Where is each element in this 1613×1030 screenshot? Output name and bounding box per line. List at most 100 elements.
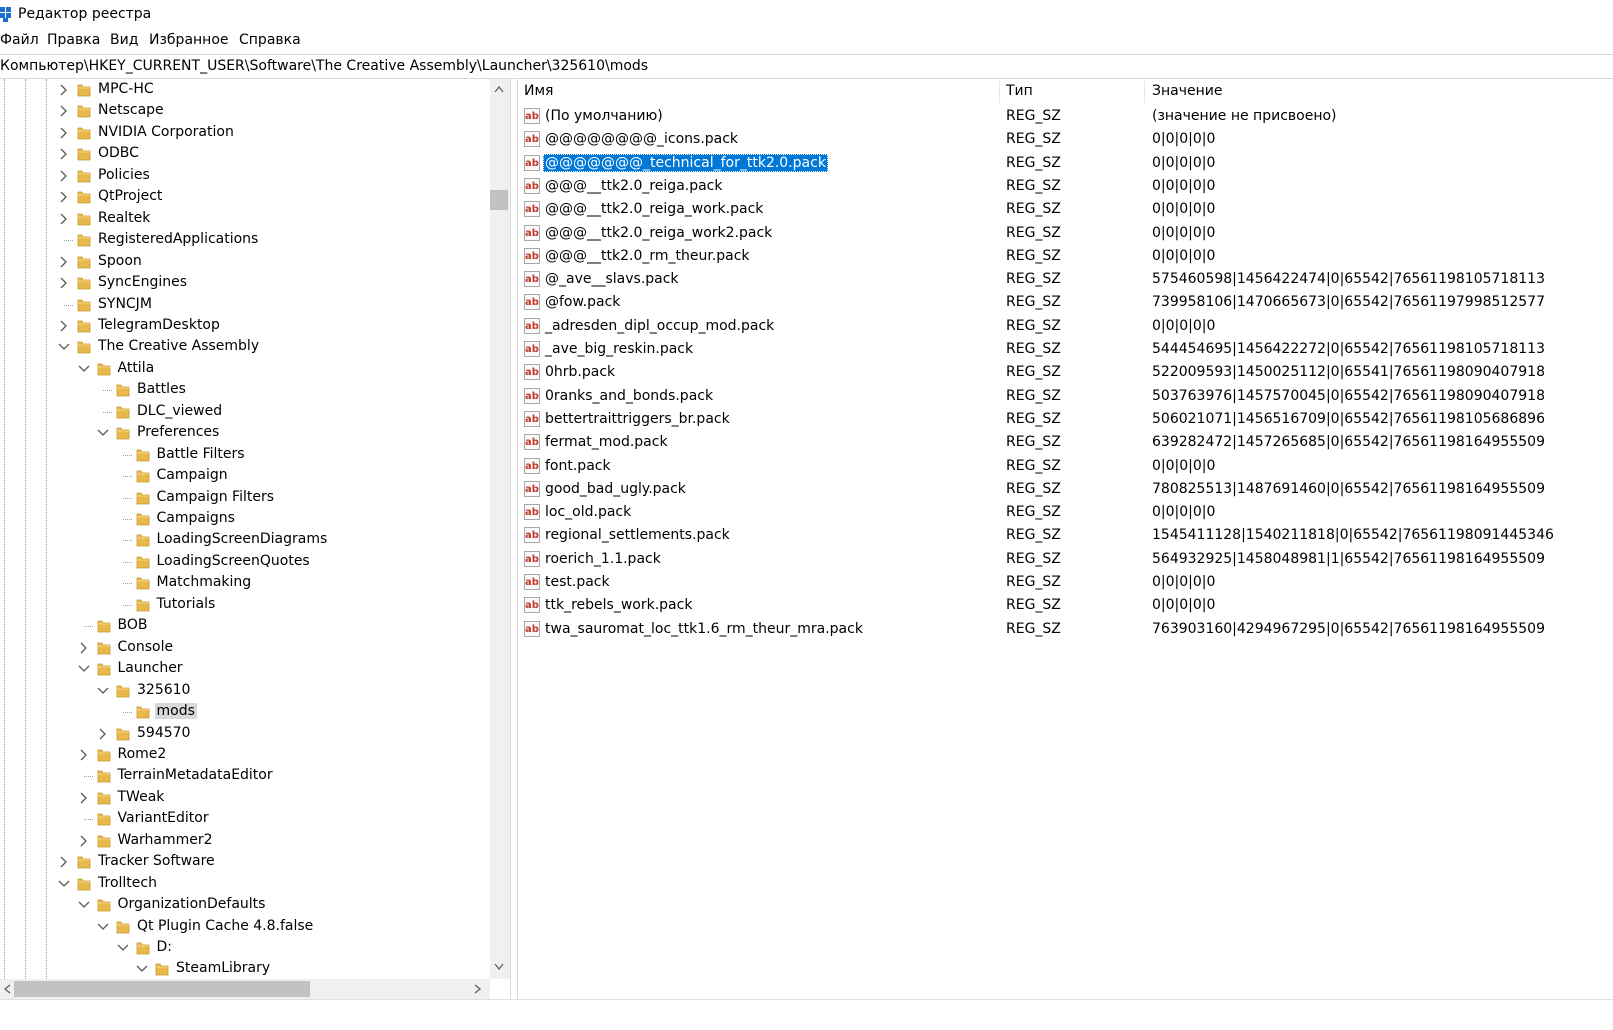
- value-name[interactable]: _ave_big_reskin.pack: [543, 340, 695, 358]
- value-row[interactable]: ab _adresden_dipl_occup_mod.pack REG_SZ 0|0…: [518, 316, 1608, 339]
- tree-node-label[interactable]: Campaign Filters: [155, 489, 277, 505]
- tree-node[interactable]: Battle Filters: [0, 445, 490, 466]
- chevron-right-icon[interactable]: [57, 190, 71, 204]
- scroll-left-icon[interactable]: [3, 984, 11, 994]
- value-name[interactable]: @@@__ttk2.0_rm_theur.pack: [543, 247, 752, 265]
- tree-node-label[interactable]: Battles: [135, 381, 188, 397]
- tree-node-label[interactable]: Campaigns: [155, 510, 237, 526]
- tree-node-label[interactable]: DLC_viewed: [135, 403, 224, 419]
- tree-node-label[interactable]: Warhammer2: [116, 832, 215, 848]
- tree-node[interactable]: Qt Plugin Cache 4.8.false: [0, 917, 490, 938]
- tree-node[interactable]: TelegramDesktop: [0, 316, 490, 337]
- menu-favorites[interactable]: Избранное: [149, 32, 229, 48]
- value-name[interactable]: @fow.pack: [543, 293, 622, 311]
- tree-node[interactable]: MPC-HC: [0, 80, 490, 101]
- tree-node-label[interactable]: Rome2: [116, 746, 169, 762]
- tree-node[interactable]: Netscape: [0, 101, 490, 122]
- tree-node[interactable]: mods: [0, 702, 490, 723]
- tree-node-label[interactable]: Qt Plugin Cache 4.8.false: [135, 918, 315, 934]
- tree-node-label[interactable]: TerrainMetadataEditor: [116, 767, 275, 783]
- chevron-right-icon[interactable]: [77, 791, 91, 805]
- chevron-down-icon[interactable]: [57, 877, 71, 891]
- value-row[interactable]: ab (По умолчанию) REG_SZ (значение не присв…: [518, 106, 1608, 129]
- chevron-down-icon[interactable]: [135, 962, 149, 976]
- value-name[interactable]: ttk_rebels_work.pack: [543, 596, 694, 614]
- tree-node[interactable]: Attila: [0, 359, 490, 380]
- tree-node[interactable]: 325610: [0, 681, 490, 702]
- values-list[interactable]: Имя Тип Значение ab (По умолчанию) REG_SZ (…: [518, 79, 1613, 1000]
- tree-node-label[interactable]: Attila: [116, 360, 157, 376]
- tree-node-label[interactable]: Matchmaking: [155, 574, 254, 590]
- value-row[interactable]: ab @@@__ttk2.0_reiga.pack REG_SZ 0|0|0|0|0: [518, 176, 1608, 199]
- value-name[interactable]: @@@@@@@_technical_for_ttk2.0.pack: [543, 153, 828, 172]
- chevron-right-icon[interactable]: [57, 126, 71, 140]
- value-name[interactable]: @@@__ttk2.0_reiga_work2.pack: [543, 224, 774, 242]
- tree-node[interactable]: SteamLibrary: [0, 959, 490, 980]
- tree-node-label[interactable]: ODBC: [96, 145, 141, 161]
- key-tree[interactable]: MPC-HC Netscape NVIDIA Corporation ODBC Poli…: [0, 79, 510, 999]
- tree-node-label[interactable]: LoadingScreenDiagrams: [155, 531, 330, 547]
- tree-node-label[interactable]: Tracker Software: [96, 853, 217, 869]
- chevron-down-icon[interactable]: [96, 426, 110, 440]
- tree-node[interactable]: 594570: [0, 724, 490, 745]
- tree-node-label[interactable]: Realtek: [96, 210, 152, 226]
- tree-node[interactable]: TWeak: [0, 788, 490, 809]
- tree-vertical-scrollbar[interactable]: [490, 79, 510, 979]
- tree-node-label[interactable]: TWeak: [116, 789, 167, 805]
- tree-node-label[interactable]: SteamLibrary: [174, 960, 272, 976]
- tree-node-label[interactable]: SyncEngines: [96, 274, 189, 290]
- tree-node-label[interactable]: Campaign: [155, 467, 230, 483]
- tree-node[interactable]: TerrainMetadataEditor: [0, 766, 490, 787]
- value-row[interactable]: ab bettertraittriggers_br.pack REG_SZ 50602…: [518, 409, 1608, 432]
- tree-node-label[interactable]: Console: [116, 639, 176, 655]
- tree-node[interactable]: Campaign: [0, 466, 490, 487]
- chevron-right-icon[interactable]: [57, 255, 71, 269]
- value-name[interactable]: loc_old.pack: [543, 503, 633, 521]
- value-name[interactable]: (По умолчанию): [543, 107, 665, 125]
- tree-node[interactable]: D:: [0, 938, 490, 959]
- tree-node[interactable]: Rome2: [0, 745, 490, 766]
- tree-node[interactable]: OrganizationDefaults: [0, 895, 490, 916]
- tree-node[interactable]: Preferences: [0, 423, 490, 444]
- column-divider[interactable]: [999, 81, 1000, 103]
- tree-node[interactable]: Launcher: [0, 659, 490, 680]
- tree-node-label[interactable]: VariantEditor: [116, 810, 211, 826]
- tree-node[interactable]: LoadingScreenQuotes: [0, 552, 490, 573]
- chevron-right-icon[interactable]: [57, 169, 71, 183]
- value-row[interactable]: ab @@@__ttk2.0_reiga_work.pack REG_SZ 0|0|0…: [518, 199, 1608, 222]
- tree-node[interactable]: QtProject: [0, 187, 490, 208]
- value-row[interactable]: ab @@@@@@@_technical_for_ttk2.0.pack REG_S…: [518, 153, 1608, 176]
- tree-horizontal-thumb[interactable]: [14, 981, 310, 997]
- tree-node[interactable]: The Creative Assembly: [0, 337, 490, 358]
- value-name[interactable]: fermat_mod.pack: [543, 433, 670, 451]
- tree-node-label[interactable]: NVIDIA Corporation: [96, 124, 236, 140]
- chevron-down-icon[interactable]: [116, 941, 130, 955]
- tree-horizontal-scrollbar[interactable]: [0, 979, 490, 999]
- value-row[interactable]: ab @_ave__slavs.pack REG_SZ 575460598|14564…: [518, 269, 1608, 292]
- menu-edit[interactable]: Правка: [47, 32, 100, 48]
- value-row[interactable]: ab ttk_rebels_work.pack REG_SZ 0|0|0|0|0: [518, 595, 1608, 618]
- tree-node-label[interactable]: Spoon: [96, 253, 144, 269]
- tree-node-label[interactable]: Tutorials: [155, 596, 218, 612]
- tree-vertical-thumb[interactable]: [490, 190, 508, 210]
- chevron-right-icon[interactable]: [57, 104, 71, 118]
- tree-node-label[interactable]: Trolltech: [96, 875, 159, 891]
- tree-node-label[interactable]: TelegramDesktop: [96, 317, 222, 333]
- chevron-right-icon[interactable]: [77, 641, 91, 655]
- menu-view[interactable]: Вид: [110, 32, 138, 48]
- column-divider[interactable]: [1144, 81, 1145, 103]
- value-row[interactable]: ab roerich_1.1.pack REG_SZ 564932925|145804…: [518, 549, 1608, 572]
- tree-node[interactable]: Trolltech: [0, 874, 490, 895]
- tree-node-label[interactable]: Preferences: [135, 424, 221, 440]
- value-name[interactable]: good_bad_ugly.pack: [543, 480, 688, 498]
- tree-node-label[interactable]: OrganizationDefaults: [116, 896, 268, 912]
- chevron-right-icon[interactable]: [57, 83, 71, 97]
- tree-node-label[interactable]: mods: [154, 703, 197, 720]
- chevron-down-icon[interactable]: [77, 898, 91, 912]
- value-name[interactable]: 0hrb.pack: [543, 363, 617, 381]
- value-row[interactable]: ab @@@__ttk2.0_reiga_work2.pack REG_SZ 0|0|…: [518, 223, 1608, 246]
- value-name[interactable]: @@@__ttk2.0_reiga.pack: [543, 177, 725, 195]
- tree-node[interactable]: VariantEditor: [0, 809, 490, 830]
- tree-node[interactable]: Warhammer2: [0, 831, 490, 852]
- menu-help[interactable]: Справка: [239, 32, 301, 48]
